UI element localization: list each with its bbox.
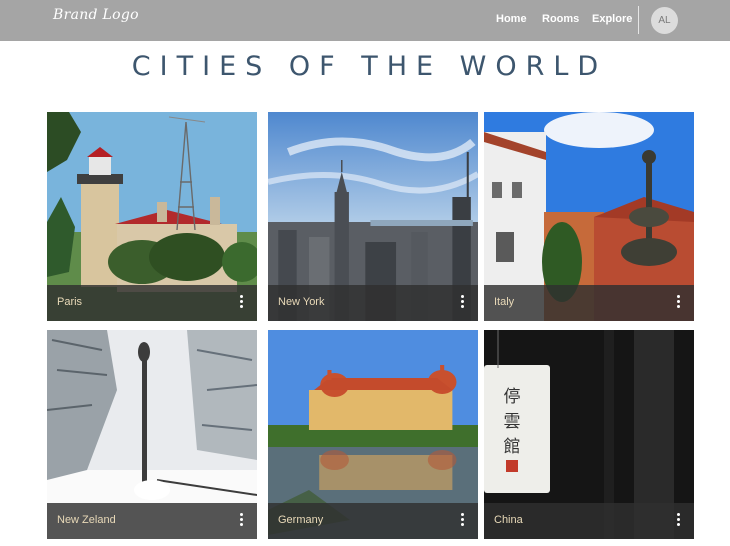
city-card-new-york[interactable]: New York — [268, 112, 478, 321]
city-card-new-zeland[interactable]: New Zeland — [47, 330, 257, 539]
card-title: Paris — [57, 296, 83, 308]
card-caption: New Zeland — [47, 503, 257, 539]
card-title: Germany — [278, 514, 324, 526]
nav-divider — [638, 6, 639, 34]
more-vert-icon[interactable] — [458, 513, 466, 527]
city-card-italy[interactable]: Italy — [484, 112, 694, 321]
svg-text:館: 館 — [504, 437, 521, 457]
nav-rooms-link[interactable]: Rooms — [542, 13, 579, 25]
nav-home-link[interactable]: Home — [496, 13, 527, 25]
brand-logo[interactable]: Brand Logo — [53, 7, 139, 23]
city-card-china[interactable]: 停 雲 館 China — [484, 330, 694, 539]
city-card-paris[interactable]: Paris — [47, 112, 257, 321]
card-caption: Paris — [47, 285, 257, 321]
card-title: New York — [278, 296, 325, 308]
card-caption: New York — [268, 285, 478, 321]
svg-text:停: 停 — [504, 387, 521, 407]
card-caption: China — [484, 503, 694, 539]
more-vert-icon[interactable] — [237, 295, 245, 309]
card-title: China — [494, 514, 523, 526]
top-navbar: Brand Logo Home Rooms Explore AL — [0, 0, 730, 41]
city-card-germany[interactable]: Germany — [268, 330, 478, 539]
more-vert-icon[interactable] — [674, 513, 682, 527]
svg-text:雲: 雲 — [504, 412, 521, 432]
user-avatar[interactable]: AL — [651, 7, 678, 34]
more-vert-icon[interactable] — [237, 513, 245, 527]
more-vert-icon[interactable] — [674, 295, 682, 309]
card-title: Italy — [494, 296, 515, 308]
more-vert-icon[interactable] — [458, 295, 466, 309]
card-caption: Germany — [268, 503, 478, 539]
page-title: CITIES OF THE WORLD — [131, 51, 608, 82]
card-caption: Italy — [484, 285, 694, 321]
card-title: New Zeland — [57, 514, 116, 526]
nav-explore-link[interactable]: Explore — [592, 13, 632, 25]
